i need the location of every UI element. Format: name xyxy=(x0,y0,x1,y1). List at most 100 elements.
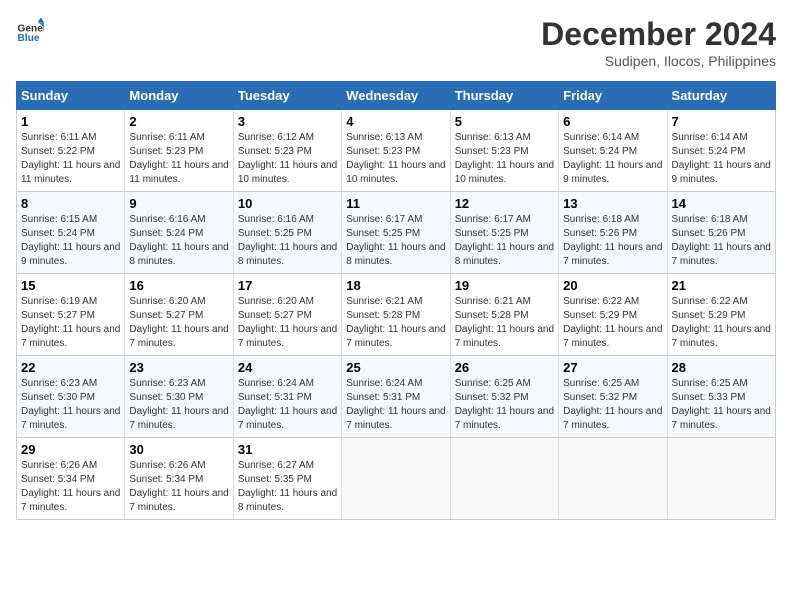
day-detail: Sunrise: 6:18 AMSunset: 5:26 PMDaylight:… xyxy=(563,214,662,267)
day-detail: Sunrise: 6:13 AMSunset: 5:23 PMDaylight:… xyxy=(455,132,554,185)
calendar-cell: 27 Sunrise: 6:25 AMSunset: 5:32 PMDaylig… xyxy=(559,356,667,438)
day-detail: Sunrise: 6:23 AMSunset: 5:30 PMDaylight:… xyxy=(21,378,120,431)
day-detail: Sunrise: 6:27 AMSunset: 5:35 PMDaylight:… xyxy=(238,460,337,513)
weekday-header-tuesday: Tuesday xyxy=(233,82,341,110)
day-detail: Sunrise: 6:16 AMSunset: 5:25 PMDaylight:… xyxy=(238,214,337,267)
day-detail: Sunrise: 6:20 AMSunset: 5:27 PMDaylight:… xyxy=(129,296,228,349)
calendar-cell xyxy=(667,438,775,520)
calendar-header-row: SundayMondayTuesdayWednesdayThursdayFrid… xyxy=(17,82,776,110)
calendar-week-1: 1 Sunrise: 6:11 AMSunset: 5:22 PMDayligh… xyxy=(17,110,776,192)
day-detail: Sunrise: 6:26 AMSunset: 5:34 PMDaylight:… xyxy=(21,460,120,513)
day-number: 27 xyxy=(563,360,662,375)
day-number: 23 xyxy=(129,360,228,375)
day-detail: Sunrise: 6:18 AMSunset: 5:26 PMDaylight:… xyxy=(672,214,771,267)
day-detail: Sunrise: 6:12 AMSunset: 5:23 PMDaylight:… xyxy=(238,132,337,185)
day-number: 30 xyxy=(129,442,228,457)
location: Sudipen, Ilocos, Philippines xyxy=(541,53,776,69)
day-number: 2 xyxy=(129,114,228,129)
day-detail: Sunrise: 6:26 AMSunset: 5:34 PMDaylight:… xyxy=(129,460,228,513)
day-number: 20 xyxy=(563,278,662,293)
day-detail: Sunrise: 6:14 AMSunset: 5:24 PMDaylight:… xyxy=(672,132,771,185)
calendar-cell: 13 Sunrise: 6:18 AMSunset: 5:26 PMDaylig… xyxy=(559,192,667,274)
logo: General Blue xyxy=(16,16,44,44)
calendar-cell: 12 Sunrise: 6:17 AMSunset: 5:25 PMDaylig… xyxy=(450,192,558,274)
day-number: 7 xyxy=(672,114,771,129)
calendar-cell: 15 Sunrise: 6:19 AMSunset: 5:27 PMDaylig… xyxy=(17,274,125,356)
day-number: 25 xyxy=(346,360,445,375)
calendar-cell: 10 Sunrise: 6:16 AMSunset: 5:25 PMDaylig… xyxy=(233,192,341,274)
weekday-header-monday: Monday xyxy=(125,82,233,110)
day-number: 31 xyxy=(238,442,337,457)
calendar-week-2: 8 Sunrise: 6:15 AMSunset: 5:24 PMDayligh… xyxy=(17,192,776,274)
day-number: 24 xyxy=(238,360,337,375)
calendar-cell: 14 Sunrise: 6:18 AMSunset: 5:26 PMDaylig… xyxy=(667,192,775,274)
calendar-cell: 5 Sunrise: 6:13 AMSunset: 5:23 PMDayligh… xyxy=(450,110,558,192)
day-detail: Sunrise: 6:21 AMSunset: 5:28 PMDaylight:… xyxy=(455,296,554,349)
calendar-cell: 19 Sunrise: 6:21 AMSunset: 5:28 PMDaylig… xyxy=(450,274,558,356)
day-detail: Sunrise: 6:19 AMSunset: 5:27 PMDaylight:… xyxy=(21,296,120,349)
day-number: 14 xyxy=(672,196,771,211)
weekday-header-thursday: Thursday xyxy=(450,82,558,110)
calendar-cell: 24 Sunrise: 6:24 AMSunset: 5:31 PMDaylig… xyxy=(233,356,341,438)
day-number: 16 xyxy=(129,278,228,293)
calendar-cell: 2 Sunrise: 6:11 AMSunset: 5:23 PMDayligh… xyxy=(125,110,233,192)
svg-text:Blue: Blue xyxy=(18,33,40,44)
day-number: 17 xyxy=(238,278,337,293)
calendar-cell: 25 Sunrise: 6:24 AMSunset: 5:31 PMDaylig… xyxy=(342,356,450,438)
calendar-cell: 31 Sunrise: 6:27 AMSunset: 5:35 PMDaylig… xyxy=(233,438,341,520)
weekday-header-sunday: Sunday xyxy=(17,82,125,110)
calendar-cell: 16 Sunrise: 6:20 AMSunset: 5:27 PMDaylig… xyxy=(125,274,233,356)
calendar-cell: 4 Sunrise: 6:13 AMSunset: 5:23 PMDayligh… xyxy=(342,110,450,192)
day-number: 15 xyxy=(21,278,120,293)
day-detail: Sunrise: 6:25 AMSunset: 5:32 PMDaylight:… xyxy=(455,378,554,431)
calendar-cell: 20 Sunrise: 6:22 AMSunset: 5:29 PMDaylig… xyxy=(559,274,667,356)
day-detail: Sunrise: 6:24 AMSunset: 5:31 PMDaylight:… xyxy=(238,378,337,431)
day-number: 29 xyxy=(21,442,120,457)
day-detail: Sunrise: 6:21 AMSunset: 5:28 PMDaylight:… xyxy=(346,296,445,349)
day-number: 13 xyxy=(563,196,662,211)
day-detail: Sunrise: 6:20 AMSunset: 5:27 PMDaylight:… xyxy=(238,296,337,349)
day-number: 28 xyxy=(672,360,771,375)
day-number: 21 xyxy=(672,278,771,293)
day-number: 4 xyxy=(346,114,445,129)
day-detail: Sunrise: 6:24 AMSunset: 5:31 PMDaylight:… xyxy=(346,378,445,431)
day-detail: Sunrise: 6:22 AMSunset: 5:29 PMDaylight:… xyxy=(563,296,662,349)
day-number: 8 xyxy=(21,196,120,211)
calendar-cell: 11 Sunrise: 6:17 AMSunset: 5:25 PMDaylig… xyxy=(342,192,450,274)
calendar-cell xyxy=(559,438,667,520)
calendar-cell: 22 Sunrise: 6:23 AMSunset: 5:30 PMDaylig… xyxy=(17,356,125,438)
title-block: December 2024 Sudipen, Ilocos, Philippin… xyxy=(541,16,776,69)
day-number: 5 xyxy=(455,114,554,129)
day-number: 18 xyxy=(346,278,445,293)
day-number: 6 xyxy=(563,114,662,129)
calendar-cell: 3 Sunrise: 6:12 AMSunset: 5:23 PMDayligh… xyxy=(233,110,341,192)
calendar-cell: 8 Sunrise: 6:15 AMSunset: 5:24 PMDayligh… xyxy=(17,192,125,274)
calendar-week-4: 22 Sunrise: 6:23 AMSunset: 5:30 PMDaylig… xyxy=(17,356,776,438)
day-number: 10 xyxy=(238,196,337,211)
day-number: 22 xyxy=(21,360,120,375)
day-detail: Sunrise: 6:25 AMSunset: 5:32 PMDaylight:… xyxy=(563,378,662,431)
weekday-header-wednesday: Wednesday xyxy=(342,82,450,110)
day-number: 26 xyxy=(455,360,554,375)
calendar-week-5: 29 Sunrise: 6:26 AMSunset: 5:34 PMDaylig… xyxy=(17,438,776,520)
day-detail: Sunrise: 6:16 AMSunset: 5:24 PMDaylight:… xyxy=(129,214,228,267)
day-number: 12 xyxy=(455,196,554,211)
page-header: General Blue December 2024 Sudipen, Iloc… xyxy=(16,16,776,69)
calendar-cell: 28 Sunrise: 6:25 AMSunset: 5:33 PMDaylig… xyxy=(667,356,775,438)
calendar-cell: 21 Sunrise: 6:22 AMSunset: 5:29 PMDaylig… xyxy=(667,274,775,356)
day-detail: Sunrise: 6:22 AMSunset: 5:29 PMDaylight:… xyxy=(672,296,771,349)
calendar-cell: 9 Sunrise: 6:16 AMSunset: 5:24 PMDayligh… xyxy=(125,192,233,274)
day-detail: Sunrise: 6:13 AMSunset: 5:23 PMDaylight:… xyxy=(346,132,445,185)
day-detail: Sunrise: 6:11 AMSunset: 5:22 PMDaylight:… xyxy=(21,132,120,185)
calendar-cell: 29 Sunrise: 6:26 AMSunset: 5:34 PMDaylig… xyxy=(17,438,125,520)
day-number: 11 xyxy=(346,196,445,211)
calendar-cell: 23 Sunrise: 6:23 AMSunset: 5:30 PMDaylig… xyxy=(125,356,233,438)
day-detail: Sunrise: 6:15 AMSunset: 5:24 PMDaylight:… xyxy=(21,214,120,267)
day-detail: Sunrise: 6:11 AMSunset: 5:23 PMDaylight:… xyxy=(129,132,228,185)
weekday-header-friday: Friday xyxy=(559,82,667,110)
calendar-cell: 1 Sunrise: 6:11 AMSunset: 5:22 PMDayligh… xyxy=(17,110,125,192)
day-detail: Sunrise: 6:23 AMSunset: 5:30 PMDaylight:… xyxy=(129,378,228,431)
calendar-cell: 18 Sunrise: 6:21 AMSunset: 5:28 PMDaylig… xyxy=(342,274,450,356)
calendar-cell: 17 Sunrise: 6:20 AMSunset: 5:27 PMDaylig… xyxy=(233,274,341,356)
month-year: December 2024 xyxy=(541,16,776,53)
